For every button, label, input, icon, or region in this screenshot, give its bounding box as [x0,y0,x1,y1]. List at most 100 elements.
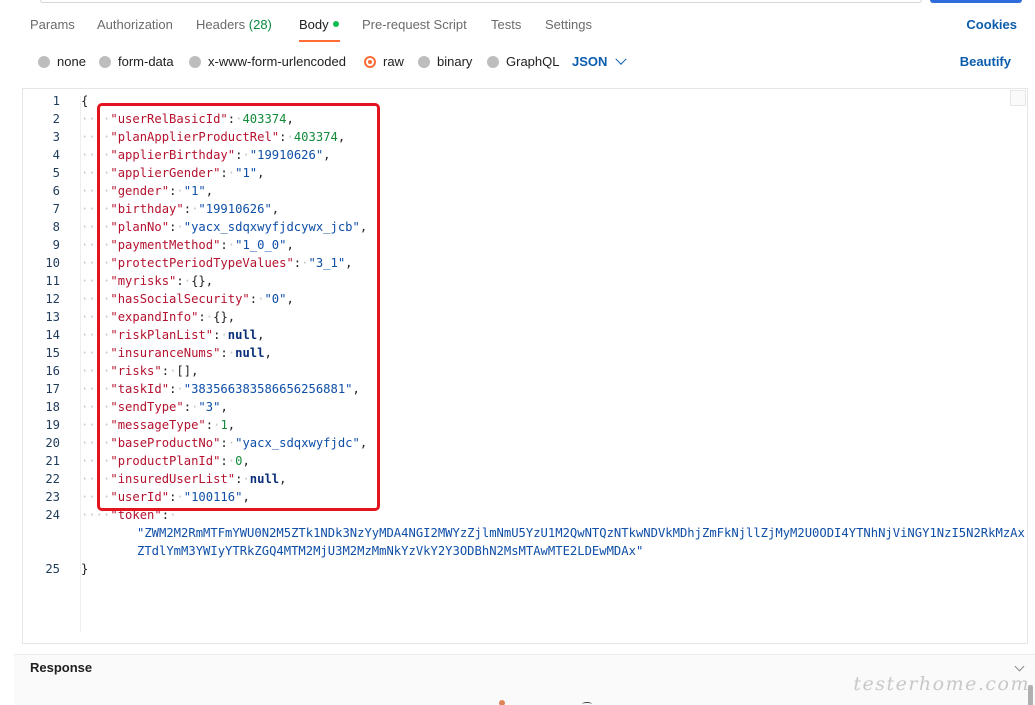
line-number: 13 [45,310,60,324]
line-number: 15 [45,346,60,360]
radio-raw[interactable]: raw [364,54,404,69]
line-number: 24 [45,508,60,522]
tab-pre-request-script[interactable]: Pre-request Script [362,17,467,32]
json-key: "expandInfo" [110,310,199,324]
json-value: {} [213,310,228,324]
json-comma: , [359,220,368,234]
json-colon: : [227,112,236,126]
line-number: 10 [45,256,60,270]
radio-circle-icon [418,55,430,68]
tab-tests[interactable]: Tests [491,17,521,32]
json-key: "applierGender" [110,166,221,180]
json-colon: : [161,508,170,522]
line-number: 20 [45,436,60,450]
tab-authorization[interactable]: Authorization [97,17,173,32]
indent-dots: ···· [81,490,111,504]
code-text: { [81,92,88,110]
editor-scrollbar[interactable] [1010,90,1026,106]
json-colon: : [205,418,214,432]
indent-dots: ···· [81,292,111,306]
tab-params[interactable]: Params [30,17,75,32]
indent-dots: ···· [81,256,111,270]
json-comma: , [220,400,228,414]
json-comma: , [352,382,360,396]
code-text: ····"userId":·"100116", [81,488,250,506]
json-comma: , [271,202,280,216]
beautify-button[interactable]: Beautify [960,54,1011,69]
cookies-link[interactable]: Cookies [966,17,1017,32]
code-text: ····"planApplierProductRel":·403374, [81,128,345,146]
radio-binary[interactable]: binary [418,54,472,69]
indent-dots: ···· [81,382,111,396]
response-scrollbar[interactable] [1028,685,1033,705]
code-line: 25} [23,560,1023,578]
json-string: ZTdlYmM3YWIyYTRkZGQ4MTM2MjU3M2MzMmNkYzVk… [137,544,644,558]
send-button-edge[interactable] [930,0,1022,3]
indent-dots: ···· [81,238,111,252]
radio-circle-icon [487,55,499,68]
json-colon: : [183,400,192,414]
json-value: "19910626" [198,202,272,216]
tab-label: Settings [545,17,592,32]
language-dropdown[interactable]: JSON [572,53,628,69]
code-line: 17 ····"taskId":·"383566383586656256881", [23,380,1023,398]
json-comma: , [191,364,199,378]
code-text: ····"sendType":·"3", [81,398,228,416]
code-line: 6 ····"gender":·"1", [23,182,1023,200]
json-comma: , [286,112,294,126]
line-number: 18 [45,400,60,414]
radio-label: binary [437,54,473,69]
collapse-chevron-icon[interactable] [1014,661,1025,672]
code-editor[interactable]: 1{2 ····"userRelBasicId":·403374, 3 ····"pl… [22,88,1028,644]
json-value: "1_0_0" [235,238,287,252]
json-comma: , [359,436,368,450]
radio-label: form-data [118,54,174,69]
json-colon: : [161,364,170,378]
code-text: ····"paymentMethod":·"1_0_0", [81,236,294,254]
indent-dots: ···· [81,220,111,234]
json-value: "383566383586656256881" [183,382,353,396]
json-key: "gender" [110,184,170,198]
json-key: "sendType" [110,400,184,414]
tab-label: Pre-request Script [362,17,467,32]
indent-dots: ···· [81,364,111,378]
json-comma: , [279,472,287,486]
line-number: 7 [52,202,60,216]
json-value: null [235,346,265,360]
indent-dots: · [242,472,250,486]
tab-label: Authorization [97,17,173,32]
json-value: null [249,472,280,486]
code-text: ····"taskId":·"383566383586656256881", [81,380,360,398]
radio-form-data[interactable]: form-data [99,54,174,69]
json-comma: , [227,310,236,324]
code-line: 24 ····"token":· [23,506,1023,524]
radio-none[interactable]: none [38,54,86,69]
code-line: 13 ····"expandInfo":·{}, [23,308,1023,326]
code-text: ····"protectPeriodTypeValues":·"3_1", [81,254,353,272]
json-key: "birthday" [110,202,184,216]
indent-dots: ···· [81,400,111,414]
code-text: ····"hasSocialSecurity":·"0", [81,290,294,308]
indent-dots: ···· [81,202,111,216]
url-input-edge[interactable] [40,0,922,3]
json-key: "planNo" [110,220,170,234]
code-brace: { [81,94,89,108]
json-comma: , [242,490,250,504]
json-colon: : [220,454,228,468]
json-value: 403374 [242,112,287,126]
line-number: 4 [52,148,60,162]
radio-x-www-form-urlencoded[interactable]: x-www-form-urlencoded [189,54,346,69]
tab-headers[interactable]: Headers (28) [196,17,272,32]
code-line: 21 ····"productPlanId":·0, [23,452,1023,470]
radio-graphql[interactable]: GraphQL [487,54,559,69]
tab-body[interactable]: Body [299,17,339,32]
json-key: "risks" [110,364,162,378]
line-number: 22 [45,472,60,486]
line-number: 16 [45,364,60,378]
code-text: ····"insuredUserList":·null, [81,470,287,488]
code-line: 14 ····"riskPlanList":·null, [23,326,1023,344]
code-text: ····"applierGender":·"1", [81,164,264,182]
indent-dots: · [227,166,236,180]
json-key: "myrisks" [110,274,177,288]
tab-settings[interactable]: Settings [545,17,592,32]
